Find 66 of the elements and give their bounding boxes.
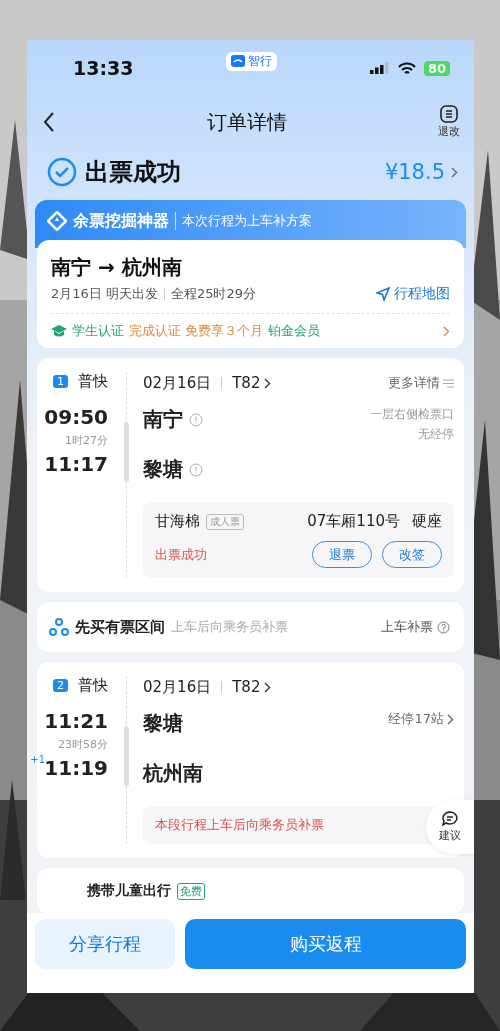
onboard-ticket-link[interactable]: 上车补票 [381,618,450,636]
travel-time: 23时58分 [58,737,108,752]
chevron-right-icon [443,325,450,337]
navigation-arrow-icon [376,287,390,301]
info-icon [189,412,203,427]
train-type: 普快 [78,676,108,695]
help-icon [437,620,450,634]
buy-return-button[interactable]: 购买返程 [185,919,466,969]
check-circle-icon [47,157,77,187]
banner-text: 本次行程为上车补方案 [175,212,312,230]
back-icon[interactable] [43,112,55,132]
status-time: 13:33 [73,57,134,79]
segment-date: 02月16日 [143,677,212,697]
next-day-mark: +1 [30,754,46,765]
refund-change-button[interactable]: 退改 [438,105,460,139]
nodes-icon [49,618,69,636]
more-details-link[interactable]: 更多详情 [388,374,440,392]
brand-name: 余票挖掘神器 [73,210,169,232]
train-number-link[interactable]: T82 [232,374,261,392]
page-title: 订单详情 [206,108,287,136]
from-station: 黎塘 [143,710,183,737]
free-tag: 免费 [177,882,205,900]
info-icon [189,462,203,477]
student-promo[interactable]: 学生认证 完成认证 免费享３个月 铂金会员 [51,314,450,348]
depart-time: 11:21 [44,709,108,733]
chevron-right-icon [264,377,272,389]
depart-time: 09:50 [44,405,108,429]
train-number-link[interactable]: T82 [232,678,261,696]
app-badge: 智行 [226,51,278,71]
battery-indicator: 80 [423,60,450,76]
order-status: 出票成功 [85,157,181,188]
trip-map-link[interactable]: 行程地图 [376,285,450,303]
chevron-right-icon [447,713,454,725]
total-duration: 全程25时29分 [170,285,257,303]
graduation-cap-icon [51,324,67,338]
train-type: 普快 [78,372,108,391]
ticket-notice: 本段行程上车后向乘务员补票 [155,816,325,834]
travel-time: 1时27分 [65,433,108,448]
segment-index: 1 [53,375,68,388]
seat-number: 07车厢110号 [307,512,400,531]
route-title: 南宁 → 杭州南 [51,254,183,281]
segment-date: 02月16日 [143,373,212,393]
arrive-time: 11:17 [44,452,108,476]
from-station: 南宁 [143,406,183,433]
child-travel-title: 携带儿童出行 [87,882,171,900]
stops-link[interactable]: 经停17站 [388,710,444,728]
chat-bubble-icon [442,811,458,826]
station-note: 无经停 [418,426,454,443]
wifi-icon [397,61,416,75]
diamond-logo-icon [47,211,67,231]
chevron-right-icon [451,166,458,178]
section-hint: 上车后向乘务员补票 [171,618,288,636]
list-icon [443,378,454,388]
ticket-status: 出票成功 [155,545,207,564]
departure-date: 2月16日 明天出发 [51,285,158,303]
to-station: 杭州南 [143,760,203,787]
segment-index: 2 [53,679,68,692]
to-station: 黎塘 [143,456,183,483]
section-title: 先买有票区间 [75,617,165,637]
signal-icon [369,62,390,74]
share-trip-button[interactable]: 分享行程 [35,919,175,969]
ticket-type-tag: 成人票 [206,513,244,530]
passenger-name: 甘海棉 [155,512,200,531]
chevron-right-icon [264,681,272,693]
seat-class: 硬座 [412,512,442,531]
station-note: 一层右侧检票口 [370,406,454,423]
